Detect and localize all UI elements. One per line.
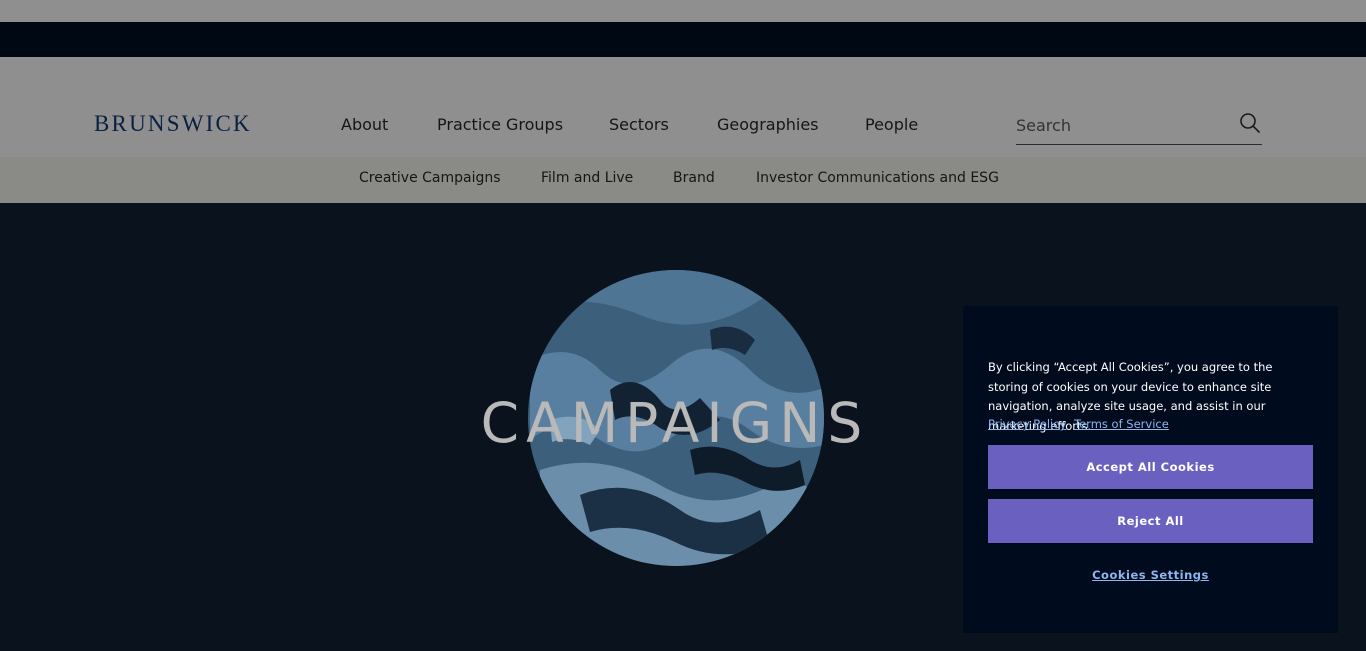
cookie-banner-links: Privacy Policy Terms of Service [988, 417, 1173, 431]
privacy-policy-link[interactable]: Privacy Policy [988, 417, 1066, 431]
subnav-item-film-and-live[interactable]: Film and Live [541, 170, 633, 186]
sub-nav: Creative Campaigns Film and Live Brand I… [0, 157, 1366, 203]
hero-title: CAMPAIGNS [481, 391, 870, 455]
accept-all-cookies-button[interactable]: Accept All Cookies [988, 445, 1313, 489]
search-box [1016, 107, 1262, 145]
subnav-item-brand[interactable]: Brand [673, 170, 715, 186]
top-bar [0, 0, 1366, 22]
cookies-settings-link[interactable]: Cookies Settings [988, 568, 1313, 582]
terms-of-service-link[interactable]: Terms of Service [1074, 417, 1169, 431]
search-icon[interactable] [1238, 111, 1262, 135]
nav-item-people[interactable]: People [865, 115, 918, 134]
search-input[interactable] [1016, 113, 1226, 137]
nav-item-about[interactable]: About [341, 115, 388, 134]
subnav-item-investor-communications-esg[interactable]: Investor Communications and ESG [756, 170, 999, 186]
brunswick-logo[interactable]: BRUNSWICK [94, 111, 252, 137]
hero-campaigns-image: CAMPAIGNS [481, 270, 870, 566]
nav-item-sectors[interactable]: Sectors [609, 115, 669, 134]
nav-item-geographies[interactable]: Geographies [717, 115, 819, 134]
subnav-item-creative-campaigns[interactable]: Creative Campaigns [359, 170, 501, 186]
cookie-consent-banner: By clicking “Accept All Cookies”, you ag… [963, 306, 1338, 633]
nav-item-practice-groups[interactable]: Practice Groups [437, 115, 563, 134]
reject-all-button[interactable]: Reject All [988, 499, 1313, 543]
top-dark-strip [0, 22, 1366, 57]
site-header: BRUNSWICK About Practice Groups Sectors … [0, 57, 1366, 157]
